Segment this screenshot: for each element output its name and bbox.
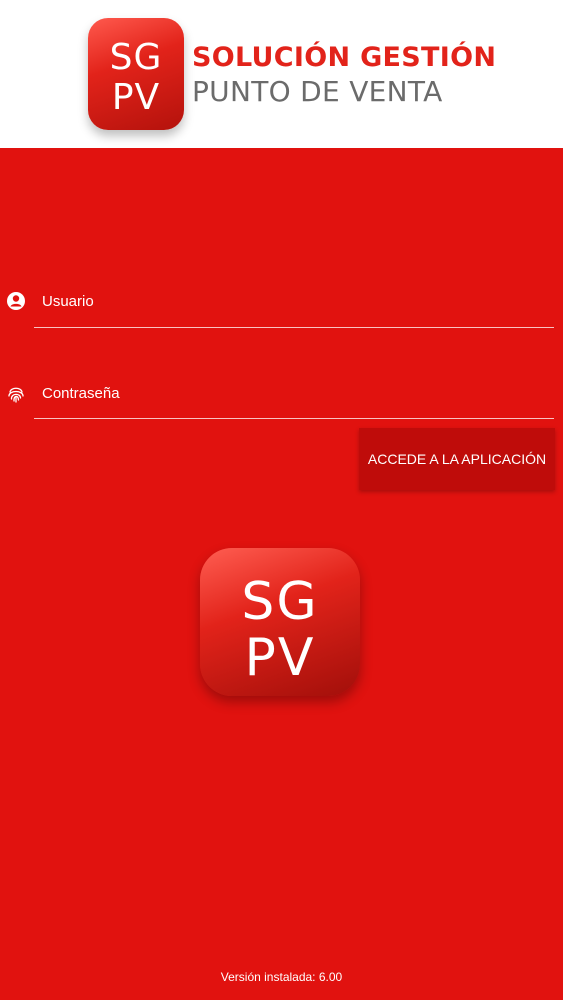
user-icon xyxy=(7,292,25,310)
user-field[interactable]: Usuario xyxy=(42,293,94,310)
login-panel: Usuario Contraseña ACCEDE A LA APLICACIÓ… xyxy=(0,148,563,1000)
brand-line1: SOLUCIÓN GESTIÓN xyxy=(192,42,497,73)
password-field-underline xyxy=(34,418,554,419)
center-logo-line2: PV xyxy=(244,628,316,688)
center-logo-line1: SG xyxy=(241,572,319,632)
logo-line1: SG xyxy=(109,37,163,78)
app-header: SG PV SOLUCIÓN GESTIÓN PUNTO DE VENTA xyxy=(0,0,563,148)
access-app-button[interactable]: ACCEDE A LA APLICACIÓN xyxy=(359,428,555,490)
brand-name: SOLUCIÓN GESTIÓN PUNTO DE VENTA xyxy=(192,42,497,108)
sgpv-center-logo: SG PV xyxy=(200,548,360,696)
user-field-underline xyxy=(34,327,554,328)
version-label: Versión instalada: 6.00 xyxy=(220,970,343,984)
logo-line2: PV xyxy=(111,77,161,118)
fingerprint-icon xyxy=(8,387,24,403)
password-field[interactable]: Contraseña xyxy=(42,385,120,402)
brand-line2: PUNTO DE VENTA xyxy=(192,75,443,108)
sgpv-logo: SG PV xyxy=(88,18,184,130)
